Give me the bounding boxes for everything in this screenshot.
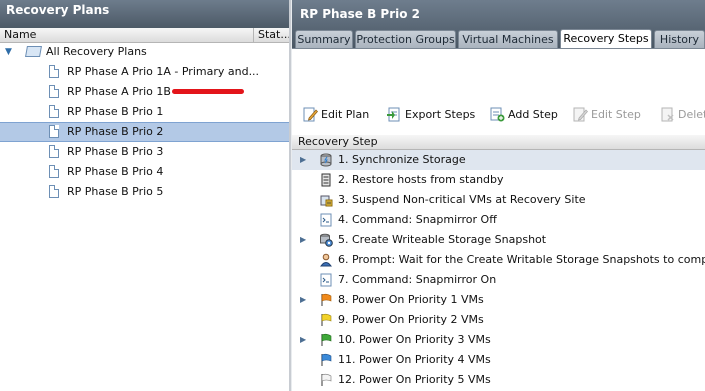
recovery-step-row[interactable]: 2. Restore hosts from standby (292, 170, 705, 190)
redaction-mark (172, 89, 244, 94)
tab-virtual-machines[interactable]: Virtual Machines (458, 30, 558, 48)
recovery-step-row[interactable]: 4. Command: Snapmirror Off (292, 210, 705, 230)
recovery-plan-icon (49, 65, 59, 78)
recovery-step-label: 9. Power On Priority 2 VMs (338, 313, 484, 326)
export-steps-label: Export Steps (405, 108, 476, 121)
storage-icon (320, 153, 332, 167)
export-steps-button[interactable]: Export Steps (386, 101, 475, 129)
recovery-step-label: 4. Command: Snapmirror Off (338, 213, 497, 226)
recovery-step-label: 5. Create Writeable Storage Snapshot (338, 233, 547, 246)
white-flag-icon (321, 373, 332, 386)
folder-icon (25, 46, 42, 57)
export-steps-icon (387, 107, 400, 122)
recovery-step-label: 10. Power On Priority 3 VMs (338, 333, 491, 346)
tree-item-plan-selected[interactable]: RP Phase B Prio 2 (0, 122, 289, 142)
tab-divider (292, 48, 705, 49)
recovery-step-row[interactable]: ▶ 8. Power On Priority 1 VMs (292, 290, 705, 310)
tree-item-plan[interactable]: RP Phase A Prio 1A - Primary and... (0, 62, 289, 82)
edit-plan-icon (303, 107, 318, 122)
recovery-step-row[interactable]: ▶ 1. Synchronize Storage (292, 150, 705, 170)
recovery-step-label: 1. Synchronize Storage (338, 153, 466, 166)
delete-step-button[interactable]: Delet (659, 101, 705, 129)
tree-item-plan[interactable]: RP Phase B Prio 4 (0, 162, 289, 182)
edit-step-button[interactable]: Edit Step (572, 101, 641, 129)
tab-recovery-steps[interactable]: Recovery Steps (560, 29, 652, 49)
add-step-button[interactable]: Add Step (489, 101, 558, 129)
recovery-step-row[interactable]: 6. Prompt: Wait for the Create Writable … (292, 250, 705, 270)
recovery-step-column-header[interactable]: Recovery Step (292, 135, 705, 150)
recovery-plan-icon (49, 185, 59, 198)
recovery-plan-icon (49, 145, 59, 158)
recovery-step-label: 2. Restore hosts from standby (338, 173, 504, 186)
tree-item-label: RP Phase A Prio 1A - Primary and... (67, 65, 260, 78)
edit-step-label: Edit Step (591, 108, 641, 121)
delete-step-label: Delet (678, 108, 705, 121)
command-icon (320, 273, 332, 287)
tree-item-label: All Recovery Plans (46, 45, 147, 58)
recovery-step-row[interactable]: 11. Power On Priority 4 VMs (292, 350, 705, 370)
recovery-step-label: 7. Command: Snapmirror On (338, 273, 497, 286)
expand-toggle-icon[interactable]: ▼ (5, 42, 12, 62)
suspend-vm-icon (320, 195, 333, 207)
tree-item-plan[interactable]: RP Phase B Prio 1 (0, 102, 289, 122)
recovery-plan-icon (49, 85, 59, 98)
add-step-icon (490, 107, 505, 122)
tab-protection-groups[interactable]: Protection Groups (355, 30, 456, 48)
edit-plan-label: Edit Plan (321, 108, 370, 121)
tree-item-label: RP Phase B Prio 4 (67, 165, 164, 178)
tab-summary[interactable]: Summary (295, 30, 353, 48)
recovery-plans-pane: Recovery Plans Name Stat... ▼ All Recove… (0, 0, 291, 391)
plan-detail-pane: RP Phase B Prio 2 Summary Protection Gro… (292, 0, 705, 391)
blue-flag-icon (321, 353, 332, 366)
recovery-step-label: 8. Power On Priority 1 VMs (338, 293, 484, 306)
recovery-step-row[interactable]: 12. Power On Priority 5 VMs (292, 370, 705, 390)
tree-item-label: RP Phase B Prio 3 (67, 145, 164, 158)
add-step-label: Add Step (508, 108, 558, 121)
delete-step-icon (661, 107, 674, 122)
command-icon (320, 213, 332, 227)
recovery-plans-title: Recovery Plans (0, 0, 289, 28)
green-flag-icon (321, 333, 332, 346)
edit-step-icon (573, 107, 588, 122)
recovery-step-row[interactable]: 3. Suspend Non-critical VMs at Recovery … (292, 190, 705, 210)
yellow-flag-icon (321, 313, 332, 326)
recovery-step-row[interactable]: 9. Power On Priority 2 VMs (292, 310, 705, 330)
expand-arrow-icon[interactable]: ▶ (300, 150, 306, 170)
snapshot-gear-icon (320, 233, 333, 247)
recovery-step-label: 11. Power On Priority 4 VMs (338, 353, 491, 366)
recovery-plan-icon (49, 125, 59, 138)
tree-column-header: Name Stat... (0, 28, 291, 43)
orange-flag-icon (321, 293, 332, 306)
recovery-step-row[interactable]: 7. Command: Snapmirror On (292, 270, 705, 290)
host-icon (321, 173, 331, 187)
recovery-step-row[interactable]: ▶ 10. Power On Priority 3 VMs (292, 330, 705, 350)
plan-title: RP Phase B Prio 2 (300, 7, 421, 21)
expand-arrow-icon[interactable]: ▶ (300, 290, 306, 310)
tree-item-plan[interactable]: RP Phase A Prio 1B - (0, 82, 289, 102)
tree-item-label: RP Phase A Prio 1B - (67, 85, 179, 98)
recovery-step-label: 3. Suspend Non-critical VMs at Recovery … (338, 193, 586, 206)
tree-item-label: RP Phase B Prio 5 (67, 185, 164, 198)
status-column-header[interactable]: Stat... (253, 28, 291, 42)
recovery-plan-icon (49, 105, 59, 118)
tree-item-plan[interactable]: RP Phase B Prio 5 (0, 182, 289, 202)
edit-plan-button[interactable]: Edit Plan (302, 101, 369, 129)
prompt-user-icon (320, 253, 332, 267)
recovery-step-label: 12. Power On Priority 5 VMs (338, 373, 491, 386)
recovery-steps-toolbar: Edit Plan Export Steps Add Step Edit Ste… (292, 101, 705, 129)
name-column-header[interactable]: Name (4, 28, 36, 42)
tree-item-plan[interactable]: RP Phase B Prio 3 (0, 142, 289, 162)
tab-history[interactable]: History (654, 30, 705, 48)
expand-arrow-icon[interactable]: ▶ (300, 230, 306, 250)
recovery-plan-icon (49, 165, 59, 178)
expand-arrow-icon[interactable]: ▶ (300, 330, 306, 350)
recovery-step-row[interactable]: ▶ 5. Create Writeable Storage Snapshot (292, 230, 705, 250)
tree-item-label: RP Phase B Prio 2 (67, 125, 164, 138)
recovery-step-label: 6. Prompt: Wait for the Create Writable … (338, 253, 705, 266)
tree-item-label: RP Phase B Prio 1 (67, 105, 164, 118)
recovery-step-column-label: Recovery Step (298, 135, 378, 148)
tree-item-all-recovery-plans[interactable]: ▼ All Recovery Plans (0, 42, 289, 62)
